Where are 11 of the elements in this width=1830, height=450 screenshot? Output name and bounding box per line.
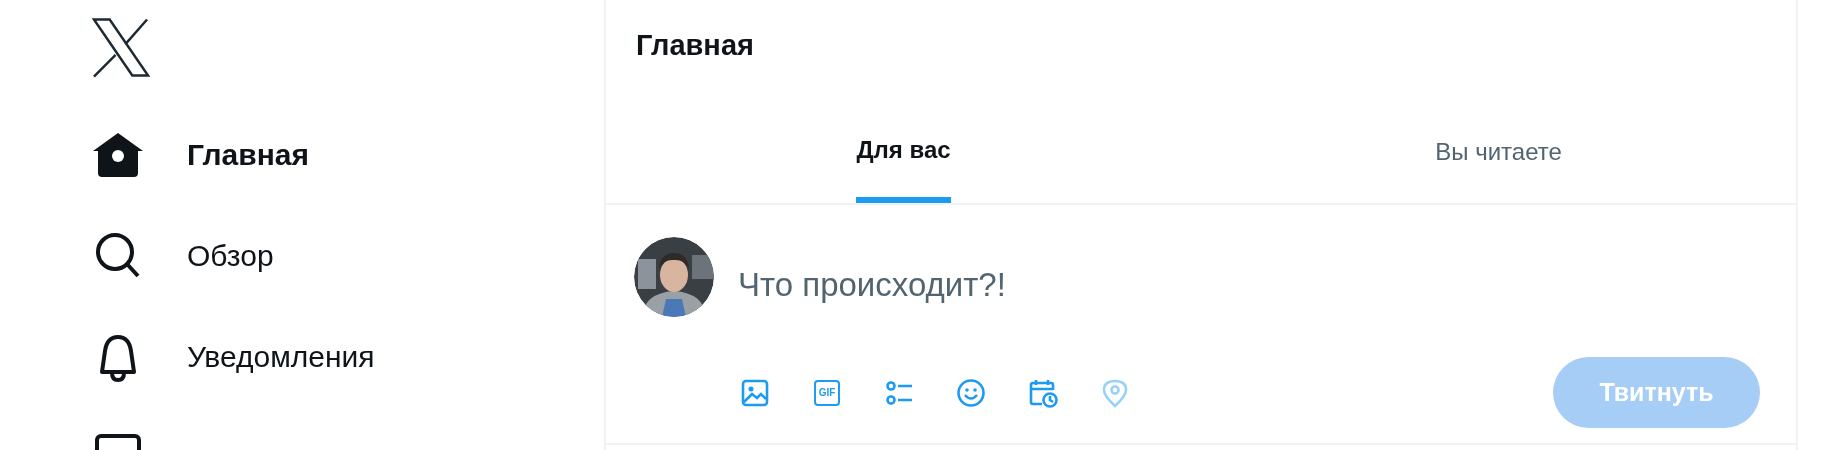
logo-icon[interactable]	[91, 17, 151, 79]
nav-item[interactable]: Главная	[91, 131, 309, 232]
nav-item[interactable]: Обзор	[91, 232, 274, 333]
feed-tab[interactable]: Для вас	[856, 100, 951, 203]
page-title: Главная	[635, 28, 755, 63]
smiley-icon[interactable]	[956, 377, 986, 408]
image-icon[interactable]	[740, 377, 770, 408]
feed-tab[interactable]: Вы читаете	[1435, 100, 1562, 203]
nav-item[interactable]: Уведомления	[91, 333, 375, 434]
calendar-clock-icon[interactable]	[1028, 377, 1058, 408]
post-input[interactable]: Что происходит?!	[738, 253, 1638, 317]
